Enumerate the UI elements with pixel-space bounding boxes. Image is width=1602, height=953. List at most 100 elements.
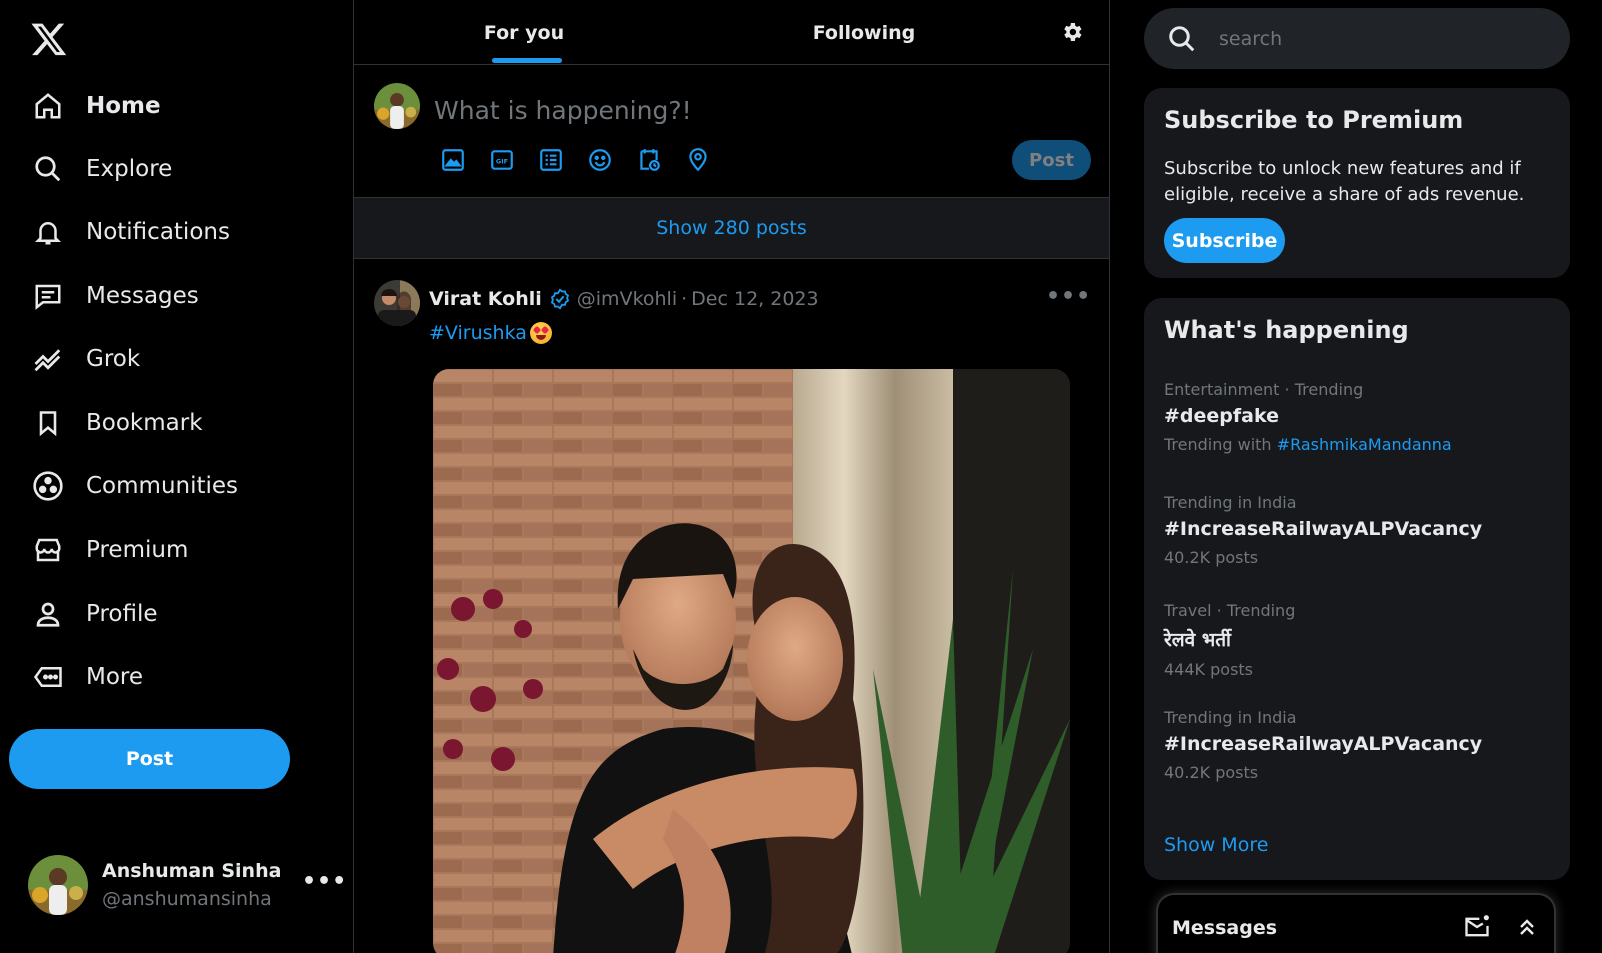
show-new-posts-label: Show 280 posts bbox=[656, 217, 807, 239]
whats-happening-title: What's happening bbox=[1164, 316, 1409, 344]
trend-item[interactable]: Entertainment · Trending #deepfake Trend… bbox=[1164, 380, 1554, 454]
nav-more-label: More bbox=[86, 664, 144, 690]
account-more-icon[interactable]: ••• bbox=[302, 869, 347, 894]
trend-post-count: 444K posts bbox=[1164, 660, 1254, 679]
trend-item[interactable]: Trending in India #IncreaseRailwayALPVac… bbox=[1164, 493, 1554, 567]
nav-grok[interactable]: Grok bbox=[30, 335, 140, 383]
tab-following-label: Following bbox=[812, 21, 916, 44]
tweet[interactable]: Virat Kohli @imVkohli · Dec 12, 2023 •••… bbox=[354, 260, 1109, 953]
messages-drawer-title: Messages bbox=[1172, 917, 1278, 939]
tweet-hashtag[interactable]: #Virushka bbox=[429, 322, 527, 344]
nav-messages-label: Messages bbox=[86, 283, 199, 309]
account-handle: @anshumansinha bbox=[102, 888, 272, 910]
post-button[interactable]: Post bbox=[9, 729, 290, 789]
trend-related-hashtag[interactable]: #RashmikaMandanna bbox=[1277, 435, 1452, 454]
premium-icon bbox=[30, 532, 66, 568]
trend-meta: Trending in India bbox=[1164, 493, 1297, 512]
premium-title: Subscribe to Premium bbox=[1164, 106, 1464, 134]
search-bar[interactable] bbox=[1144, 8, 1570, 69]
nav-home[interactable]: Home bbox=[30, 82, 161, 130]
feed-tabs: For you Following bbox=[354, 0, 1109, 65]
account-name: Anshuman Sinha bbox=[102, 860, 282, 882]
nav-profile-label: Profile bbox=[86, 601, 158, 627]
active-tab-indicator bbox=[492, 58, 562, 63]
left-sidebar: Home Explore Notifications Messages Grok… bbox=[0, 0, 354, 953]
location-icon[interactable] bbox=[685, 147, 711, 173]
nav-messages[interactable]: Messages bbox=[30, 272, 199, 320]
tweet-date[interactable]: Dec 12, 2023 bbox=[691, 288, 818, 310]
tweet-photo[interactable] bbox=[433, 369, 1070, 953]
nav-premium[interactable]: Premium bbox=[30, 526, 188, 574]
trend-tag: #deepfake bbox=[1164, 405, 1279, 427]
x-logo-icon[interactable] bbox=[30, 20, 68, 58]
new-message-icon[interactable] bbox=[1463, 913, 1491, 941]
tab-following[interactable]: Following bbox=[694, 0, 1034, 65]
trend-post-count: 40.2K posts bbox=[1164, 763, 1259, 782]
search-icon bbox=[1169, 25, 1195, 51]
message-icon bbox=[30, 278, 66, 314]
premium-card: Subscribe to Premium Subscribe to unlock… bbox=[1144, 88, 1570, 278]
tweet-text: #Virushka bbox=[429, 322, 552, 344]
nav-communities-label: Communities bbox=[86, 473, 239, 499]
trend-item[interactable]: Trending in India #IncreaseRailwayALPVac… bbox=[1164, 708, 1554, 782]
trend-item[interactable]: Travel · Trending रेलवे भर्ती 444K posts bbox=[1164, 601, 1554, 679]
chevron-double-up-icon[interactable] bbox=[1515, 915, 1539, 939]
show-new-posts-button[interactable]: Show 280 posts bbox=[354, 197, 1109, 259]
composer bbox=[354, 65, 1109, 198]
composer-post-button[interactable]: Post bbox=[1012, 140, 1091, 180]
trend-post-count: 40.2K posts bbox=[1164, 548, 1259, 567]
nav-bookmark[interactable]: Bookmark bbox=[30, 399, 203, 447]
tweet-more-icon[interactable]: ••• bbox=[1046, 284, 1091, 309]
schedule-icon[interactable] bbox=[636, 147, 662, 173]
trend-meta: Entertainment · Trending bbox=[1164, 380, 1364, 399]
tweet-author-handle[interactable]: @imVkohli bbox=[577, 288, 677, 310]
verified-badge-icon bbox=[550, 288, 569, 310]
tweet-author-name[interactable]: Virat Kohli bbox=[429, 288, 542, 310]
premium-description: Subscribe to unlock new features and if … bbox=[1164, 158, 1525, 205]
nav-communities[interactable]: Communities bbox=[30, 462, 238, 510]
gear-icon[interactable] bbox=[1060, 20, 1084, 44]
account-switcher[interactable]: Anshuman Sinha @anshumansinha ••• bbox=[28, 853, 346, 917]
tweet-separator: · bbox=[681, 288, 688, 310]
tab-for-you-label: For you bbox=[483, 21, 565, 44]
communities-icon bbox=[30, 468, 66, 504]
trend-tag: #IncreaseRailwayALPVacancy bbox=[1164, 518, 1483, 540]
messages-drawer[interactable]: Messages bbox=[1156, 893, 1556, 953]
image-icon[interactable] bbox=[440, 147, 466, 173]
nav-more[interactable]: More bbox=[30, 653, 143, 701]
trend-sub: Trending with #RashmikaMandanna bbox=[1164, 435, 1554, 454]
nav-explore[interactable]: Explore bbox=[30, 145, 172, 193]
subscribe-button[interactable]: Subscribe bbox=[1164, 218, 1285, 263]
main-feed: For you Following GIF Post Show 280 post… bbox=[353, 0, 1110, 953]
gif-icon[interactable]: GIF bbox=[489, 147, 515, 173]
profile-icon bbox=[30, 596, 66, 632]
nav-explore-label: Explore bbox=[86, 156, 173, 182]
emoji-icon[interactable] bbox=[587, 147, 613, 173]
poll-icon[interactable] bbox=[538, 147, 564, 173]
tweet-avatar[interactable] bbox=[374, 280, 420, 326]
show-more-link[interactable]: Show More bbox=[1164, 834, 1268, 856]
nav-notifications[interactable]: Notifications bbox=[30, 208, 230, 256]
grok-icon bbox=[30, 341, 66, 377]
right-sidebar: Subscribe to Premium Subscribe to unlock… bbox=[1144, 0, 1574, 953]
bell-icon bbox=[30, 214, 66, 250]
home-icon bbox=[30, 88, 66, 124]
nav-bookmark-label: Bookmark bbox=[86, 410, 203, 436]
tab-for-you[interactable]: For you bbox=[354, 0, 694, 65]
composer-avatar bbox=[374, 83, 420, 129]
nav-home-label: Home bbox=[86, 93, 161, 119]
trend-meta: Trending in India bbox=[1164, 708, 1297, 727]
trend-tag: रेलवे भर्ती bbox=[1164, 629, 1231, 651]
nav-grok-label: Grok bbox=[86, 346, 141, 372]
composer-input[interactable] bbox=[434, 90, 1034, 130]
nav-notifications-label: Notifications bbox=[86, 219, 230, 245]
trend-sub-prefix: Trending with bbox=[1164, 435, 1277, 454]
whats-happening-card: What's happening Entertainment · Trendin… bbox=[1144, 298, 1570, 880]
search-input[interactable] bbox=[1219, 27, 1519, 50]
search-icon bbox=[30, 151, 66, 187]
nav-profile[interactable]: Profile bbox=[30, 590, 158, 638]
more-icon bbox=[30, 659, 66, 695]
avatar bbox=[28, 855, 88, 915]
trend-meta: Travel · Trending bbox=[1164, 601, 1296, 620]
bookmark-icon bbox=[30, 405, 66, 441]
